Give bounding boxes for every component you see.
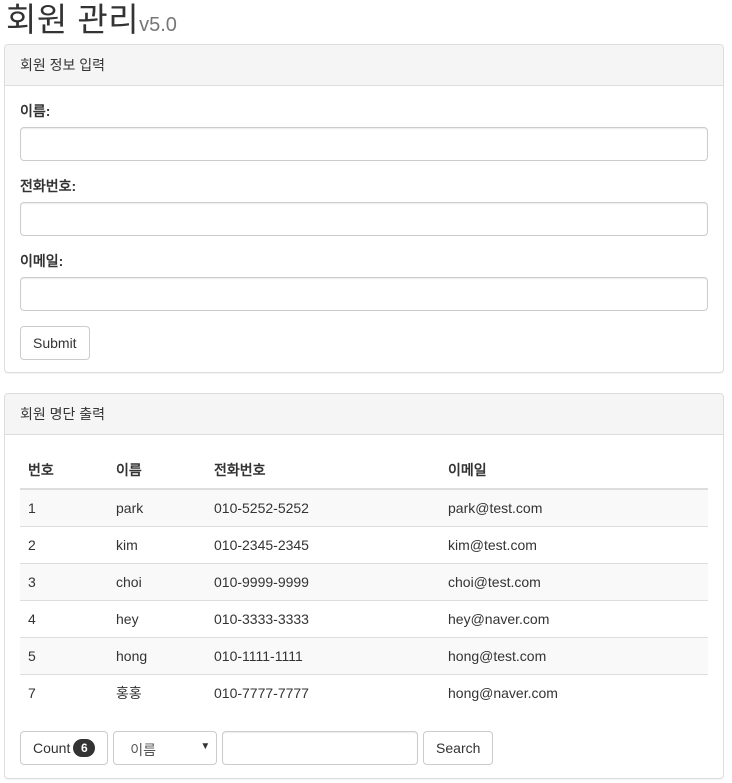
- cell-number: 5: [20, 637, 108, 675]
- list-panel-heading: 회원 명단 출력: [5, 394, 723, 435]
- cell-number: 3: [20, 563, 108, 601]
- submit-button[interactable]: Submit: [20, 326, 90, 360]
- phone-input[interactable]: [20, 202, 708, 236]
- cell-name: park: [108, 488, 206, 527]
- version-label: v5.0: [139, 14, 177, 36]
- table-row: 4 hey 010-3333-3333 hey@naver.com: [20, 600, 708, 638]
- cell-phone: 010-9999-9999: [206, 563, 440, 601]
- chevron-down-icon: ▼: [200, 741, 211, 752]
- name-input[interactable]: [20, 127, 708, 161]
- cell-phone: 010-5252-5252: [206, 488, 440, 527]
- count-badge: 6: [73, 739, 96, 757]
- cell-number: 4: [20, 600, 108, 638]
- cell-email: hey@naver.com: [440, 600, 708, 638]
- search-field-selected: 이름: [130, 742, 157, 758]
- cell-name: hong: [108, 637, 206, 675]
- column-header-phone: 전화번호: [206, 452, 440, 490]
- search-field-select[interactable]: 이름 ▼: [113, 731, 218, 765]
- cell-email: hong@naver.com: [440, 674, 708, 711]
- input-panel-heading: 회원 정보 입력: [5, 45, 723, 86]
- list-body: 번호 이름 전화번호 이메일 1 park 010-5252-5252 park…: [5, 435, 723, 780]
- cell-email: choi@test.com: [440, 563, 708, 601]
- table-header-row: 번호 이름 전화번호 이메일: [20, 452, 708, 490]
- column-header-number: 번호: [20, 452, 108, 490]
- page-title: 회원 관리v5.0: [0, 0, 732, 40]
- cell-phone: 010-3333-3333: [206, 600, 440, 638]
- input-form: 이름: 전화번호: 이메일: Submit: [5, 86, 723, 375]
- member-list-panel: 회원 명단 출력 번호 이름 전화번호 이메일 1 park 010-5252-…: [4, 393, 724, 779]
- email-field-group: 이메일:: [20, 251, 708, 311]
- cell-name: choi: [108, 563, 206, 601]
- member-input-panel: 회원 정보 입력 이름: 전화번호: 이메일: Submit: [4, 44, 724, 373]
- count-button[interactable]: Count 6: [20, 731, 109, 765]
- cell-phone: 010-1111-1111: [206, 637, 440, 675]
- name-label: 이름:: [20, 103, 51, 119]
- table-row: 3 choi 010-9999-9999 choi@test.com: [20, 563, 708, 601]
- column-header-name: 이름: [108, 452, 206, 490]
- cell-name: 홍홍: [108, 674, 206, 711]
- cell-phone: 010-2345-2345: [206, 526, 440, 564]
- cell-email: hong@test.com: [440, 637, 708, 675]
- email-input[interactable]: [20, 277, 708, 311]
- cell-name: hey: [108, 600, 206, 638]
- column-header-email: 이메일: [440, 452, 708, 490]
- count-label: Count: [33, 740, 71, 756]
- cell-number: 1: [20, 488, 108, 527]
- table-row: 5 hong 010-1111-1111 hong@test.com: [20, 637, 708, 675]
- table-row: 7 홍홍 010-7777-7777 hong@naver.com: [20, 674, 708, 711]
- page-title-text: 회원 관리: [6, 1, 140, 38]
- search-input[interactable]: [222, 731, 419, 765]
- table-row: 2 kim 010-2345-2345 kim@test.com: [20, 526, 708, 564]
- cell-number: 2: [20, 526, 108, 564]
- name-field-group: 이름:: [20, 101, 708, 161]
- member-table: 번호 이름 전화번호 이메일 1 park 010-5252-5252 park…: [20, 452, 708, 711]
- phone-field-group: 전화번호:: [20, 176, 708, 236]
- table-row: 1 park 010-5252-5252 park@test.com: [20, 488, 708, 527]
- search-controls: Count 6 이름 ▼ Search: [20, 731, 708, 765]
- cell-email: kim@test.com: [440, 526, 708, 564]
- email-label: 이메일:: [20, 253, 64, 269]
- phone-label: 전화번호:: [20, 178, 77, 194]
- search-button[interactable]: Search: [423, 731, 494, 765]
- cell-email: park@test.com: [440, 488, 708, 527]
- cell-number: 7: [20, 674, 108, 711]
- cell-name: kim: [108, 526, 206, 564]
- cell-phone: 010-7777-7777: [206, 674, 440, 711]
